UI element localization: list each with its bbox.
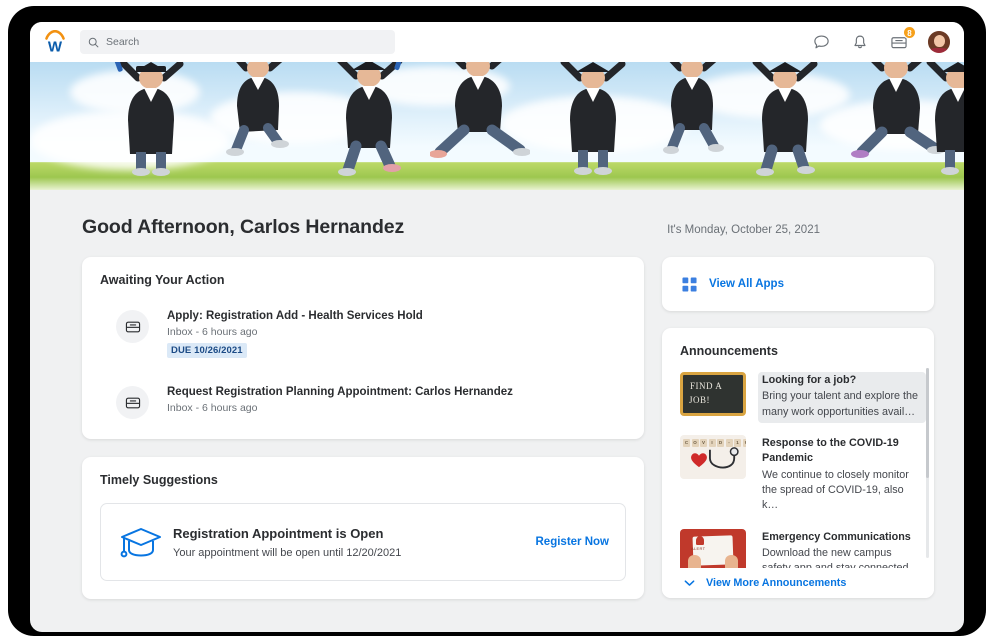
page-content: Good Afternoon, Carlos Hernandez It's Mo… bbox=[30, 190, 964, 632]
suggestion-title: Registration Appointment is Open bbox=[173, 526, 401, 541]
graduate-figure bbox=[742, 62, 828, 176]
list-item-description: Bring your talent and explore the many w… bbox=[762, 389, 920, 420]
bell-icon[interactable] bbox=[850, 32, 870, 52]
suggestion-item[interactable]: Registration Appointment is Open Your ap… bbox=[100, 503, 626, 581]
chalkboard-find-a-job-image: FIND A JOB! bbox=[680, 372, 746, 416]
timely-suggestions-card: Timely Suggestions Registration Appoi bbox=[82, 457, 644, 599]
announcements-list: FIND A JOB! Looking for a job? Bring you… bbox=[662, 372, 934, 598]
thumb-line-1: FIND A bbox=[690, 381, 722, 391]
graduate-figure bbox=[550, 62, 636, 176]
scrabble-tiles: C O V I D - 1 9 bbox=[683, 439, 746, 447]
tile: 9 bbox=[743, 439, 747, 447]
tile: O bbox=[692, 439, 699, 447]
list-item-text: Request Registration Planning Appointmen… bbox=[167, 385, 513, 414]
grid-apps-icon bbox=[682, 277, 697, 292]
device-frame: W bbox=[8, 6, 986, 636]
graduate-figure bbox=[652, 62, 732, 154]
list-item-title: Request Registration Planning Appointmen… bbox=[167, 386, 513, 398]
list-item-title: Emergency Communications bbox=[762, 530, 920, 545]
inbox-badge-count: 8 bbox=[903, 26, 916, 39]
list-item-text: Response to the COVID-19 Pandemic We con… bbox=[758, 435, 926, 517]
view-more-announcements-label: View More Announcements bbox=[706, 577, 846, 589]
list-item-meta: Inbox - 6 hours ago bbox=[167, 402, 513, 414]
list-item-text: Apply: Registration Add - Health Service… bbox=[167, 309, 423, 358]
svg-text:W: W bbox=[48, 39, 63, 55]
announcements-card: Announcements FIND A JOB! Looking for a … bbox=[662, 328, 934, 598]
suggestion-subtitle: Your appointment will be open until 12/2… bbox=[173, 547, 401, 559]
browser-viewport: W bbox=[30, 22, 964, 632]
list-item-description: We continue to closely monitor the sprea… bbox=[762, 468, 920, 514]
graduate-figure bbox=[430, 62, 530, 164]
scrollbar-thumb[interactable] bbox=[926, 368, 929, 478]
list-item-meta: Inbox - 6 hours ago bbox=[167, 326, 423, 338]
search-bar[interactable] bbox=[80, 30, 395, 54]
awaiting-items-list: Apply: Registration Add - Health Service… bbox=[100, 303, 626, 425]
tile: 1 bbox=[734, 439, 741, 447]
content-columns: Awaiting Your Action A bbox=[48, 239, 946, 599]
list-item[interactable]: FIND A JOB! Looking for a job? Bring you… bbox=[680, 372, 926, 435]
awaiting-card-title: Awaiting Your Action bbox=[100, 273, 626, 287]
avatar[interactable] bbox=[928, 31, 950, 53]
list-item-title: Apply: Registration Add - Health Service… bbox=[167, 310, 423, 322]
top-navigation-bar: W bbox=[30, 22, 964, 62]
bell-shape bbox=[696, 536, 704, 545]
graduation-cap-icon bbox=[115, 524, 167, 560]
suggestions-card-title: Timely Suggestions bbox=[100, 473, 626, 487]
list-item-title: Response to the COVID-19 Pandemic bbox=[762, 436, 920, 467]
graduate-figure bbox=[326, 62, 412, 176]
workday-w-logo[interactable]: W bbox=[40, 27, 70, 57]
graduate-figure bbox=[920, 62, 964, 176]
list-item[interactable]: Apply: Registration Add - Health Service… bbox=[100, 303, 626, 364]
thumb-line-2: JOB! bbox=[689, 395, 710, 405]
view-all-apps-button[interactable]: View All Apps bbox=[662, 257, 934, 311]
list-item[interactable]: Request Registration Planning Appointmen… bbox=[100, 379, 626, 425]
tile: - bbox=[726, 439, 733, 447]
list-item[interactable]: C O V I D - 1 9 bbox=[680, 435, 926, 529]
greeting-row: Good Afternoon, Carlos Hernandez It's Mo… bbox=[48, 190, 946, 239]
alert-sign-text: ALERT bbox=[691, 546, 705, 551]
search-icon bbox=[88, 37, 99, 48]
status-badge: DUE 10/26/2021 bbox=[167, 343, 247, 358]
inbox-icon bbox=[116, 310, 149, 343]
emergency-alert-sign-image: ALERT bbox=[680, 529, 746, 573]
graduate-figure bbox=[108, 62, 194, 176]
tile: V bbox=[700, 439, 707, 447]
tile: C bbox=[683, 439, 690, 447]
tile: I bbox=[709, 439, 716, 447]
announcements-card-title: Announcements bbox=[662, 344, 934, 358]
view-all-apps-label: View All Apps bbox=[709, 278, 784, 290]
current-date-text: It's Monday, October 25, 2021 bbox=[667, 224, 820, 236]
covid-heart-stethoscope-image: C O V I D - 1 9 bbox=[680, 435, 746, 479]
page-title: Good Afternoon, Carlos Hernandez bbox=[82, 216, 404, 239]
tile: D bbox=[717, 439, 724, 447]
topbar-actions: 8 bbox=[811, 31, 950, 53]
inbox-icon bbox=[116, 386, 149, 419]
avatar-shirt bbox=[930, 48, 948, 53]
stethoscope-shape bbox=[706, 447, 740, 475]
hero-banner-image bbox=[30, 62, 964, 190]
view-more-announcements-button[interactable]: View More Announcements bbox=[662, 568, 934, 598]
chevron-down-icon bbox=[684, 579, 695, 587]
inbox-icon[interactable]: 8 bbox=[889, 32, 909, 52]
awaiting-your-action-card: Awaiting Your Action A bbox=[82, 257, 644, 439]
right-column: View All Apps Announcements FIND A JOB! … bbox=[662, 257, 934, 598]
list-item-title: Looking for a job? bbox=[762, 373, 920, 388]
left-column: Awaiting Your Action A bbox=[82, 257, 644, 599]
chat-bubble-icon[interactable] bbox=[811, 32, 831, 52]
list-item-text: Looking for a job? Bring your talent and… bbox=[758, 372, 926, 423]
register-now-button[interactable]: Register Now bbox=[536, 536, 610, 548]
graduate-figure bbox=[220, 62, 298, 156]
search-input[interactable] bbox=[106, 36, 387, 48]
avatar-face bbox=[934, 35, 945, 47]
suggestion-text: Registration Appointment is Open Your ap… bbox=[173, 526, 401, 559]
